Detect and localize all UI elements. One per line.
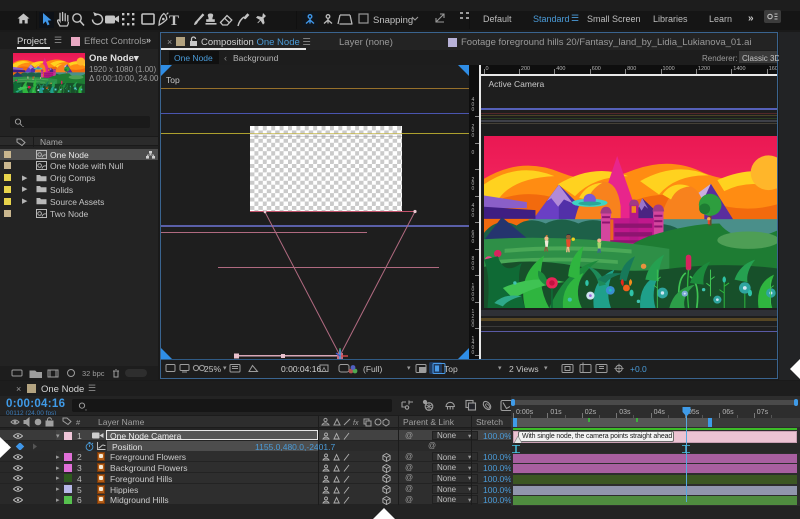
svg-text:T: T: [169, 13, 179, 29]
svg-text:#: #: [76, 418, 81, 427]
svg-text:Snapping: Snapping: [373, 15, 413, 26]
svg-text:32 bpc: 32 bpc: [82, 369, 105, 378]
svg-text:fx: fx: [353, 420, 359, 427]
